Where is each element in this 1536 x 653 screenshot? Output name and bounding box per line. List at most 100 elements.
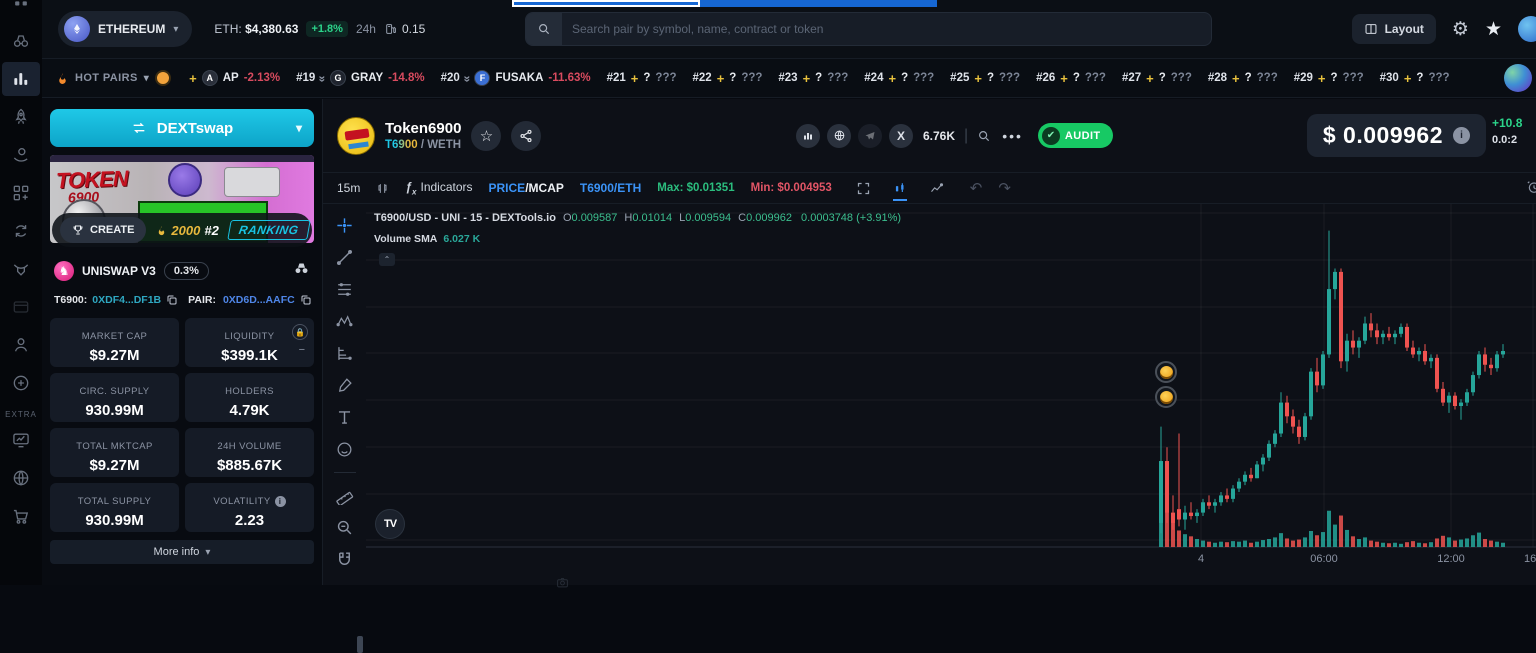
crosshair-tool-icon[interactable] bbox=[335, 216, 354, 235]
line-chart-view-icon[interactable] bbox=[929, 181, 944, 196]
camera-icon[interactable] bbox=[555, 576, 570, 594]
hot-pair-item[interactable]: #26+???? bbox=[1036, 71, 1106, 86]
trendline-tool-icon[interactable] bbox=[335, 248, 354, 267]
candlestick-view-icon[interactable] bbox=[893, 181, 907, 201]
fib-tool-icon[interactable] bbox=[335, 280, 354, 299]
undo-icon[interactable]: ↶ bbox=[970, 179, 983, 197]
tradingview-logo[interactable]: TV bbox=[375, 509, 405, 539]
toolbar-handle[interactable] bbox=[357, 636, 363, 653]
more-options-icon[interactable]: ••• bbox=[1002, 128, 1023, 144]
legend-collapse-button[interactable]: ⌃ bbox=[379, 253, 395, 266]
price-mcap-toggle[interactable]: PRICE/MCAP bbox=[489, 181, 564, 195]
ranking-badge[interactable]: RANKING bbox=[227, 220, 310, 240]
zoom-tool-icon[interactable] bbox=[335, 518, 354, 537]
timeframe-selector[interactable]: 15m bbox=[337, 181, 360, 195]
telegram-icon[interactable] bbox=[858, 124, 882, 148]
hot-pair-item[interactable]: #21+???? bbox=[607, 71, 677, 86]
search-input[interactable] bbox=[562, 22, 1211, 36]
hot-pair-item[interactable]: #23+???? bbox=[778, 71, 848, 86]
volume-legend: Volume SMA6.027 K bbox=[374, 233, 480, 245]
redo-icon[interactable]: ↷ bbox=[998, 179, 1011, 197]
info-icon[interactable]: i bbox=[1453, 127, 1470, 144]
copy-icon[interactable] bbox=[300, 294, 312, 306]
dextools-score-icon[interactable] bbox=[796, 124, 820, 148]
extra-label: EXTRA bbox=[0, 410, 42, 419]
hot-pair-item[interactable]: #25+???? bbox=[950, 71, 1020, 86]
globe-nav-icon[interactable] bbox=[0, 461, 42, 495]
hot-pair-item[interactable]: #29+???? bbox=[1294, 71, 1364, 86]
eth-change-badge: +1.8% bbox=[306, 21, 348, 37]
layout-button[interactable]: Layout bbox=[1352, 14, 1436, 44]
x-twitter-icon[interactable]: X bbox=[889, 124, 913, 148]
multichart-icon[interactable] bbox=[0, 176, 42, 210]
magnet-tool-icon[interactable] bbox=[335, 550, 354, 569]
dextboard-icon[interactable] bbox=[2, 62, 40, 96]
search-bar[interactable] bbox=[525, 12, 1212, 46]
audit-button[interactable]: ✔ AUDIT bbox=[1038, 123, 1113, 148]
hotbar-avatar[interactable] bbox=[1504, 64, 1532, 92]
overflow-icon[interactable] bbox=[0, 0, 42, 20]
hot-pair-item[interactable]: #28+???? bbox=[1208, 71, 1278, 86]
stat-card: HOLDERS4.79K bbox=[185, 373, 314, 422]
left-nav: EXTRA bbox=[0, 0, 42, 585]
favorites-star-icon[interactable]: ★ bbox=[1485, 20, 1502, 39]
user-icon[interactable] bbox=[0, 328, 42, 362]
cart-icon[interactable] bbox=[0, 499, 42, 533]
hot-pair-item[interactable]: #24+???? bbox=[864, 71, 934, 86]
swap-icon[interactable] bbox=[0, 214, 42, 248]
chart-event-badge[interactable] bbox=[1155, 361, 1177, 383]
favorite-star-button[interactable]: ☆ bbox=[471, 121, 501, 151]
token-score: 2000 #2 bbox=[156, 223, 218, 238]
forecast-tool-icon[interactable] bbox=[335, 344, 354, 363]
network-selector[interactable]: ETHEREUM ▾ bbox=[58, 11, 192, 47]
hot-pair-item[interactable]: #30+???? bbox=[1380, 71, 1450, 86]
pair-chart-toggle[interactable]: T6900/ETH bbox=[580, 181, 641, 195]
hot-pair-item[interactable]: #20»FFUSAKA-11.63% bbox=[441, 70, 591, 86]
pattern-tool-icon[interactable] bbox=[335, 312, 354, 331]
candlestick-chart[interactable]: 406:0012:0016:0 bbox=[366, 204, 1536, 585]
add-circle-icon[interactable] bbox=[0, 366, 42, 400]
chevron-down-icon: ▾ bbox=[296, 121, 302, 135]
alarm-clock-icon[interactable] bbox=[1526, 179, 1536, 198]
copy-icon[interactable] bbox=[166, 294, 178, 306]
website-globe-icon[interactable] bbox=[827, 124, 851, 148]
hot-pair-item[interactable]: #27+???? bbox=[1122, 71, 1192, 86]
banner-orb-art bbox=[168, 163, 202, 197]
settings-gear-icon[interactable]: ⚙ bbox=[1452, 20, 1469, 39]
candle-style-icon[interactable] bbox=[376, 181, 389, 196]
lock-icon[interactable]: 🔒 bbox=[292, 324, 308, 340]
rocket-icon[interactable] bbox=[0, 100, 42, 134]
more-info-button[interactable]: More info▾ bbox=[50, 540, 314, 564]
search-social-icon[interactable] bbox=[977, 129, 991, 143]
chart-event-badge[interactable] bbox=[1155, 386, 1177, 408]
pair-explorer-icon[interactable] bbox=[0, 24, 42, 58]
indicators-button[interactable]: ƒxIndicators bbox=[405, 180, 472, 196]
dextswap-button[interactable]: DEXTswap ▾ bbox=[50, 109, 314, 147]
card-icon[interactable] bbox=[0, 290, 42, 324]
big-swap-icon[interactable] bbox=[0, 252, 42, 286]
hot-pair-item[interactable]: +AAP-2.13% bbox=[189, 70, 280, 86]
info-icon[interactable]: i bbox=[275, 496, 286, 507]
pair-token-icon: A bbox=[202, 70, 218, 86]
token-creator-icon[interactable] bbox=[0, 138, 42, 172]
fullscreen-icon[interactable] bbox=[856, 181, 871, 196]
token-address[interactable]: 0XDF4...DF1B bbox=[92, 294, 161, 306]
monitor-icon[interactable] bbox=[0, 423, 42, 457]
stat-card: TOTAL SUPPLY930.99M bbox=[50, 483, 179, 532]
hot-pair-item[interactable]: #22+???? bbox=[693, 71, 763, 86]
brush-tool-icon[interactable] bbox=[335, 376, 354, 395]
profile-avatar[interactable] bbox=[1518, 16, 1536, 42]
binoculars-icon[interactable] bbox=[293, 260, 310, 282]
text-tool-icon[interactable] bbox=[335, 408, 354, 427]
measure-tool-icon[interactable] bbox=[335, 486, 354, 505]
emoji-tool-icon[interactable] bbox=[335, 440, 354, 459]
hot-pairs-title[interactable]: HOT PAIRS ▾ bbox=[56, 70, 171, 86]
stat-card: TOTAL MKTCAP$9.27M bbox=[50, 428, 179, 477]
create-button[interactable]: CREATE bbox=[60, 217, 146, 243]
fee-badge: 0.3% bbox=[164, 262, 209, 280]
hot-pair-item[interactable]: #19»GGRAY-14.8% bbox=[296, 70, 424, 86]
share-button[interactable] bbox=[511, 121, 541, 151]
token-header: Token6900 T6900 / WETH ☆ X 6.76K | ••• ✔… bbox=[323, 99, 1536, 172]
layout-label: Layout bbox=[1385, 22, 1424, 36]
pair-address[interactable]: 0XD6D...AAFC bbox=[223, 294, 295, 306]
